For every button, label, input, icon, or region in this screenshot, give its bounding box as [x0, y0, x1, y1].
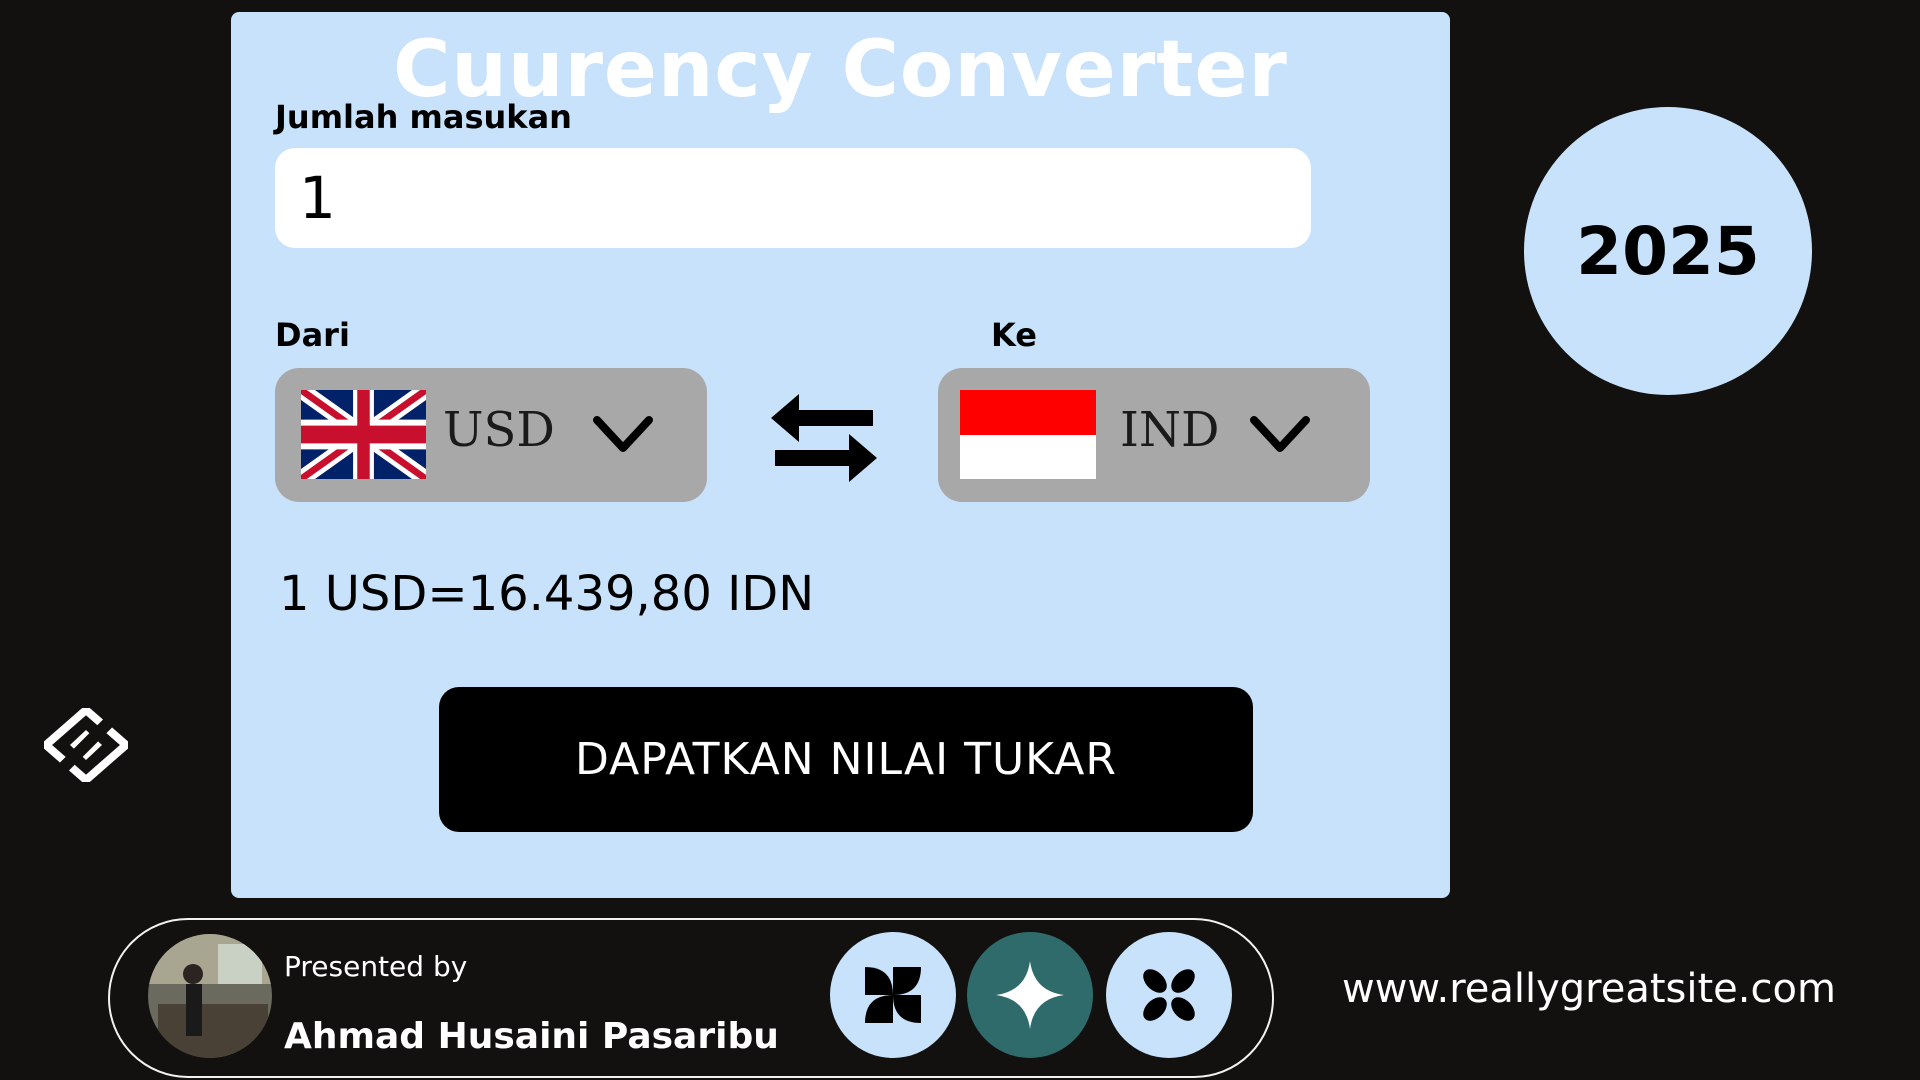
amount-label: Jumlah masukan — [275, 98, 572, 136]
indonesia-flag-icon — [960, 390, 1096, 479]
diamond-logo-icon — [44, 708, 128, 782]
chevron-down-icon — [593, 416, 653, 452]
author-name: Ahmad Husaini Pasaribu — [284, 1016, 779, 1057]
flower-button[interactable] — [1106, 932, 1232, 1058]
from-label: Dari — [275, 316, 350, 354]
from-currency-code: USD — [443, 402, 555, 458]
pinwheel-button[interactable] — [830, 932, 956, 1058]
get-exchange-rate-button[interactable]: DAPATKAN NILAI TUKAR — [439, 687, 1253, 832]
sparkle-button[interactable] — [967, 932, 1093, 1058]
flower-icon — [1143, 969, 1195, 1021]
to-currency-code: IND — [1120, 402, 1220, 458]
pinwheel-icon — [865, 967, 921, 1023]
chevron-down-icon — [1250, 416, 1310, 452]
amount-input[interactable] — [275, 148, 1311, 248]
exchange-rate-text: 1 USD=16.439,80 IDN — [279, 566, 815, 622]
sparkle-icon — [996, 961, 1064, 1029]
to-currency-select[interactable]: IND — [938, 368, 1370, 502]
from-currency-select[interactable]: USD — [275, 368, 707, 502]
swap-arrows-icon[interactable] — [771, 388, 877, 488]
year-badge: 2025 — [1524, 107, 1812, 395]
avatar-photo-icon — [148, 934, 272, 1058]
to-label: Ke — [991, 316, 1037, 354]
presenter-bar: Presented by Ahmad Husaini Pasaribu — [108, 918, 1274, 1078]
avatar — [148, 934, 272, 1058]
website-link[interactable]: www.reallygreatsite.com — [1342, 966, 1836, 1012]
presented-by-label: Presented by — [284, 950, 468, 983]
uk-flag-icon — [301, 390, 426, 479]
converter-card: Cuurency Converter Jumlah masukan Dari K… — [231, 12, 1450, 898]
